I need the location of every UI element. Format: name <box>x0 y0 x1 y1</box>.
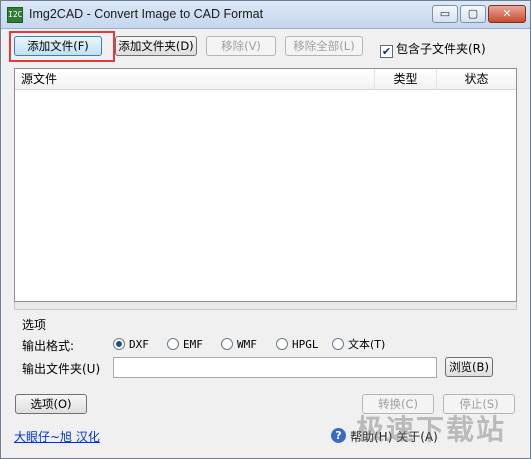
remove-button[interactable]: 移除(V) <box>206 36 276 56</box>
format-label-dxf: DXF <box>129 338 149 351</box>
help-icon[interactable]: ? <box>331 428 346 443</box>
file-list[interactable]: 源文件 类型 状态 <box>14 68 517 302</box>
app-icon: I2C <box>7 7 23 23</box>
format-radio-wmf[interactable]: WMF <box>221 338 257 352</box>
maximize-button[interactable]: ▢ <box>460 5 486 23</box>
radio-dot-text <box>332 338 344 350</box>
checkbox-check-icon: ✔ <box>380 45 393 58</box>
radio-dot-dxf <box>113 338 125 350</box>
format-radio-emf[interactable]: EMF <box>167 338 203 352</box>
options-button[interactable]: 选项(O) <box>15 394 87 414</box>
format-label-hpgl: HPGL <box>292 338 319 351</box>
output-format-label: 输出格式: <box>22 339 75 353</box>
minimize-button[interactable]: ▭ <box>432 5 458 23</box>
include-subfolders-label: 包含子文件夹(R) <box>396 42 486 56</box>
browse-button[interactable]: 浏览(B) <box>445 357 493 377</box>
options-group-label: 选项 <box>22 318 47 332</box>
format-label-emf: EMF <box>183 338 203 351</box>
add-folder-button[interactable]: 添加文件夹(D) <box>115 36 197 56</box>
radio-dot-emf <box>167 338 179 350</box>
credit-link[interactable]: 大眼仔~旭 汉化 <box>14 428 100 445</box>
output-folder-label: 输出文件夹(U) <box>22 362 101 376</box>
watermark: 极速下载站 <box>356 413 507 446</box>
column-source-file[interactable]: 源文件 <box>15 69 375 90</box>
format-radio-hpgl[interactable]: HPGL <box>276 338 319 352</box>
include-subfolders-checkbox[interactable]: ✔ 包含子文件夹(R) <box>380 40 486 58</box>
close-button[interactable]: ✕ <box>488 5 526 23</box>
output-folder-input[interactable] <box>113 357 437 378</box>
radio-dot-wmf <box>221 338 233 350</box>
remove-all-button[interactable]: 移除全部(L) <box>285 36 363 56</box>
format-radio-text[interactable]: 文本(T) <box>332 338 385 352</box>
horizontal-scrollbar[interactable] <box>14 302 517 310</box>
title-bar: I2C Img2CAD - Convert Image to CAD Forma… <box>1 1 530 29</box>
add-file-button[interactable]: 添加文件(F) <box>14 36 102 56</box>
format-radio-dxf[interactable]: DXF <box>113 338 149 352</box>
format-label-text: 文本(T) <box>348 338 386 351</box>
window-title: Img2CAD - Convert Image to CAD Format <box>29 7 264 21</box>
format-label-wmf: WMF <box>237 338 257 351</box>
radio-dot-hpgl <box>276 338 288 350</box>
list-header: 源文件 类型 状态 <box>15 69 516 90</box>
column-type[interactable]: 类型 <box>375 69 437 90</box>
column-status[interactable]: 状态 <box>437 69 516 90</box>
